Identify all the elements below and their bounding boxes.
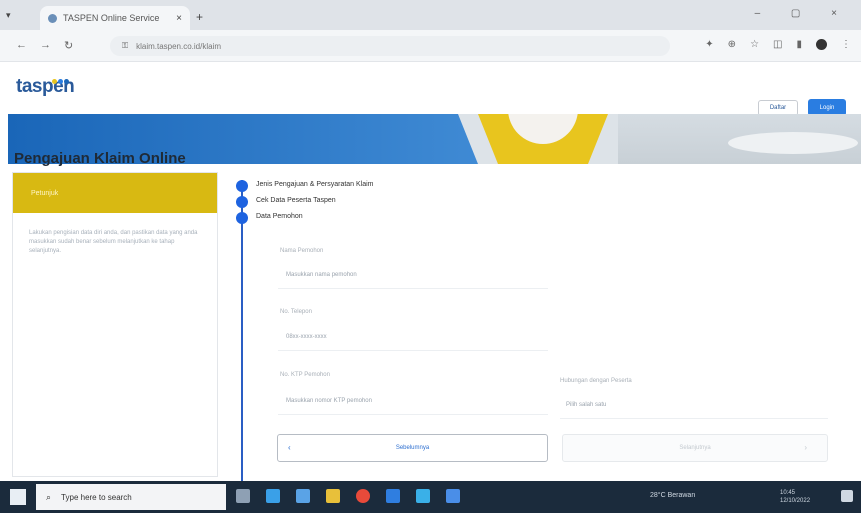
logo-dot <box>64 79 69 84</box>
field-underline <box>278 414 548 415</box>
taskbar-search-placeholder: Type here to search <box>61 492 132 502</box>
field-underline <box>278 288 548 289</box>
forward-icon[interactable]: → <box>40 39 51 51</box>
sidepanel-icon[interactable]: ▮ <box>796 39 802 50</box>
task-view-icon[interactable] <box>236 489 250 503</box>
step-label-3[interactable]: Data Pemohon <box>256 213 303 220</box>
bookmark-icon[interactable]: ☆ <box>750 39 759 50</box>
field-label-hubungan: Hubungan dengan Peserta <box>560 378 632 384</box>
mail-icon[interactable] <box>296 489 310 503</box>
telepon-input[interactable]: 08xx-xxxx-xxxx <box>286 334 327 340</box>
previous-button-label: Sebelumnya <box>395 445 430 451</box>
system-clock[interactable]: 10:45 12/10/2022 <box>780 489 810 505</box>
hubungan-select[interactable]: Pilih salah satu <box>566 402 606 408</box>
next-button[interactable]: Selanjutnya › <box>562 434 828 462</box>
step-label-1[interactable]: Jenis Pengajuan & Persyaratan Klaim <box>256 181 374 188</box>
app-icon[interactable] <box>416 489 430 503</box>
address-bar[interactable]: ⚿ klaim.taspen.co.id/klaim <box>110 36 670 56</box>
instructions-panel: Petunjuk Lakukan pengisian data diri and… <box>12 172 218 477</box>
taskbar-search[interactable]: ⌕ Type here to search <box>36 484 226 510</box>
menu-icon[interactable]: ⋮ <box>841 39 851 50</box>
reload-icon[interactable]: ↻ <box>64 39 73 52</box>
extension-icon[interactable]: ✦ <box>705 39 713 50</box>
logo-dot <box>58 79 63 84</box>
taspen-logo[interactable]: taspen <box>16 76 75 98</box>
previous-button[interactable]: ‹ Sebelumnya <box>277 434 548 462</box>
step-marker <box>236 212 248 224</box>
browser-toolbar: ← → ↻ ⚿ klaim.taspen.co.id/klaim ✦ ⊕ ☆ ◫… <box>0 30 861 62</box>
instructions-text: Lakukan pengisian data diri anda, dan pa… <box>29 230 198 254</box>
url-text: klaim.taspen.co.id/klaim <box>136 41 222 51</box>
field-label-nama: Nama Pemohon <box>280 248 324 254</box>
app-icon[interactable] <box>446 489 460 503</box>
nama-pemohon-input[interactable]: Masukkan nama pemohon <box>286 272 357 278</box>
clock-time: 10:45 <box>780 490 796 496</box>
logo-dots <box>52 68 70 90</box>
step-marker <box>236 180 248 192</box>
field-label-telepon: No. Telepon <box>280 309 312 315</box>
extensions-puzzle-icon[interactable]: ◫ <box>773 39 782 50</box>
site-header: taspen Daftar Login <box>0 62 861 116</box>
logo-dot <box>52 79 57 84</box>
step-label-2[interactable]: Cek Data Peserta Taspen <box>256 197 336 204</box>
back-icon[interactable]: ← <box>16 39 27 51</box>
tab-favicon-icon <box>48 13 57 23</box>
edge-icon[interactable] <box>266 489 280 503</box>
field-underline <box>278 350 548 351</box>
tab-close-icon[interactable]: × <box>176 13 182 24</box>
chevron-right-icon: › <box>804 443 807 452</box>
clock-date: 12/10/2022 <box>780 498 811 504</box>
weather-widget[interactable]: 28°C Berawan <box>650 492 695 499</box>
browser-action-icons: ✦ ⊕ ☆ ◫ ▮ ⋮ <box>705 39 851 50</box>
notification-icon[interactable] <box>841 490 853 502</box>
profile-avatar[interactable] <box>816 39 827 50</box>
browser-tab[interactable]: TASPEN Online Service × <box>40 6 190 30</box>
zoom-icon[interactable]: ⊕ <box>728 39 736 50</box>
stepper-line <box>241 180 243 483</box>
banner-photo <box>618 114 861 164</box>
chevron-left-icon: ‹ <box>288 443 291 452</box>
page-title: Pengajuan Klaim Online <box>14 150 186 167</box>
store-icon[interactable] <box>386 489 400 503</box>
chrome-icon[interactable] <box>356 489 370 503</box>
windows-start-icon[interactable] <box>10 489 26 505</box>
search-icon: ⌕ <box>46 491 52 502</box>
instructions-header: Petunjuk <box>13 173 217 213</box>
new-tab-button[interactable]: + <box>196 10 203 24</box>
file-explorer-icon[interactable] <box>326 489 340 503</box>
windows-taskbar: ⌕ Type here to search 28°C Berawan 10:45… <box>0 481 861 513</box>
lock-icon: ⚿ <box>122 41 129 50</box>
window-controls[interactable]: – ▢ × <box>755 8 851 19</box>
banner-desk <box>728 132 858 154</box>
tab-search-icon[interactable]: ▾ <box>6 10 11 21</box>
browser-tab-strip: ▾ TASPEN Online Service × + – ▢ × <box>0 0 861 30</box>
ktp-input[interactable]: Masukkan nomor KTP pemohon <box>286 398 372 404</box>
tab-title: TASPEN Online Service <box>63 13 160 23</box>
field-underline <box>560 418 828 419</box>
step-marker <box>236 196 248 208</box>
next-button-label: Selanjutnya <box>679 445 711 451</box>
field-label-ktp: No. KTP Pemohon <box>280 372 330 378</box>
